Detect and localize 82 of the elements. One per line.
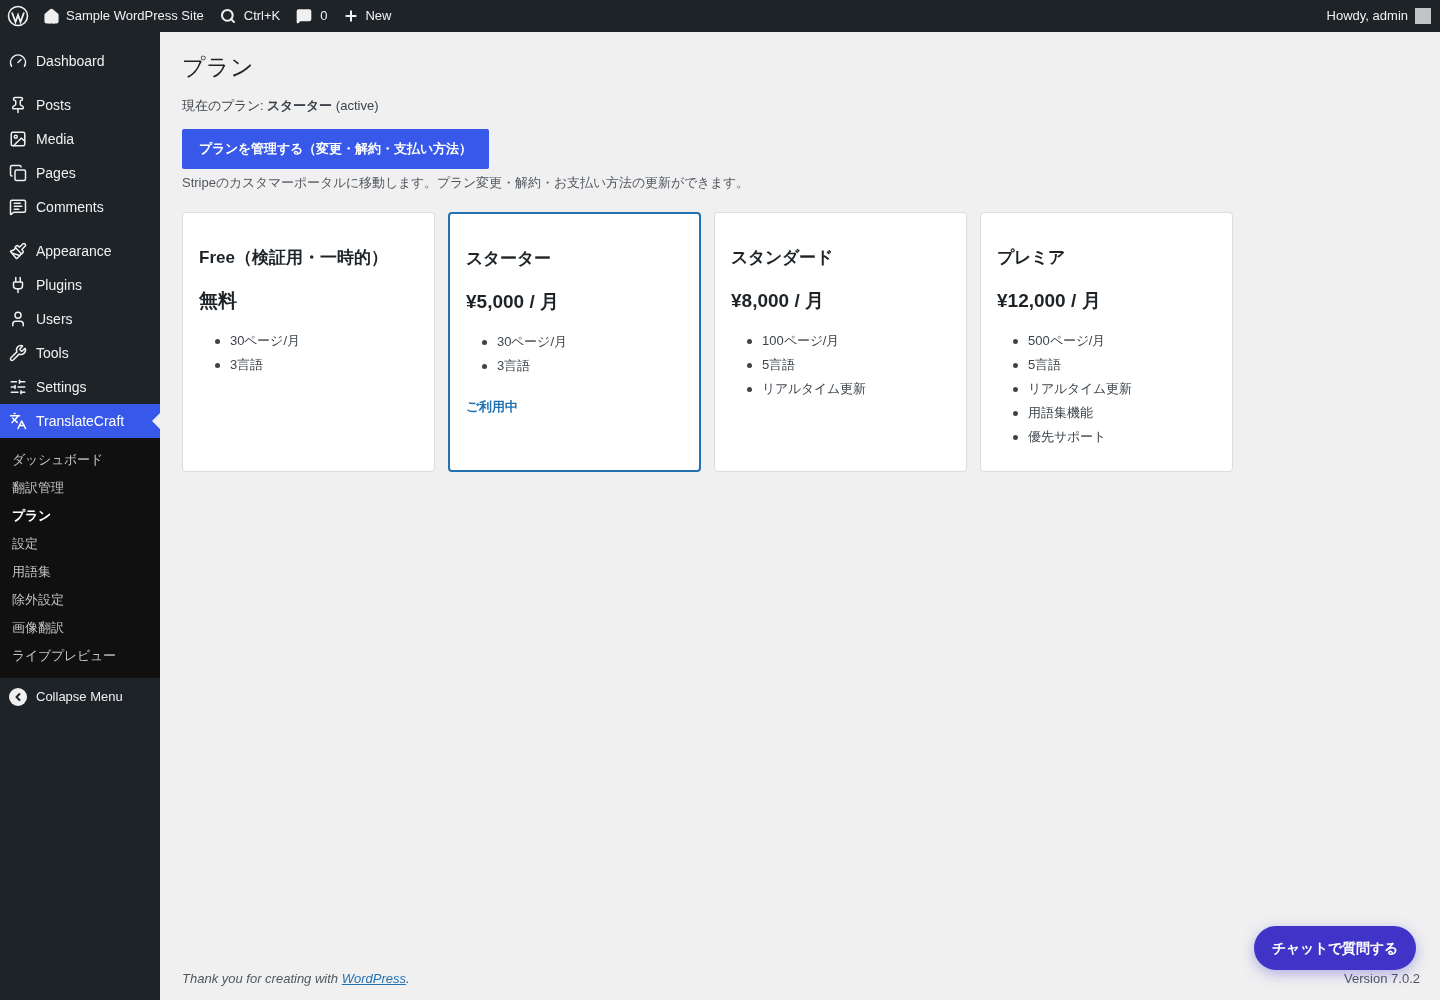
site-name-link[interactable]: Sample WordPress Site [66, 6, 204, 26]
submenu-item[interactable]: 用語集 [0, 558, 160, 586]
plan-feature: 30ページ/月 [497, 333, 568, 352]
menu-item[interactable]: Plugins [0, 268, 160, 302]
submenu-item[interactable]: ダッシュボード [0, 446, 160, 474]
current-plan-status: ご利用中 [466, 398, 519, 416]
comment-icon[interactable] [296, 8, 313, 24]
menu-item[interactable]: TranslateCraft [0, 404, 160, 438]
submenu-item[interactable]: 翻訳管理 [0, 474, 160, 502]
plan-feature: 30ページ/月 [230, 332, 301, 351]
gauge-icon [9, 52, 27, 70]
plan-feature: 100ページ/月 [762, 332, 840, 351]
plan-name: スターター [466, 248, 552, 270]
plan-feature: 3言語 [497, 357, 531, 376]
sliders-icon [9, 378, 27, 396]
submenu-item[interactable]: プラン [0, 502, 160, 530]
menu-item[interactable]: Dashboard [0, 44, 160, 78]
pages-icon [9, 164, 27, 182]
plan-feature: 500ページ/月 [1028, 332, 1106, 351]
bullet-icon [747, 362, 752, 368]
submenu-item[interactable]: 除外設定 [0, 586, 160, 614]
collapse-menu-button[interactable]: Collapse Menu [0, 680, 160, 714]
plan-price: ¥8,000 / 月 [731, 288, 825, 313]
menu-item[interactable]: Tools [0, 336, 160, 370]
brush-icon [9, 242, 27, 260]
plan-price: 無料 [199, 288, 238, 313]
wordpress-link[interactable]: WordPress [341, 970, 406, 986]
plan-feature: リアルタイム更新 [1028, 380, 1132, 399]
submenu-item[interactable]: 画像翻訳 [0, 614, 160, 642]
bullet-icon [1013, 410, 1018, 416]
wordpress-logo-icon[interactable] [7, 5, 29, 27]
greeting-link[interactable]: Howdy, admin [1326, 6, 1408, 26]
plan-feature: 用語集機能 [1028, 404, 1093, 423]
menu-item[interactable]: Comments [0, 190, 160, 224]
comment-count[interactable]: 0 [320, 6, 328, 26]
plan-feature: 5言語 [762, 356, 796, 375]
bullet-icon [1013, 386, 1018, 392]
plan-price: ¥5,000 / 月 [466, 289, 560, 314]
menu-item[interactable]: Settings [0, 370, 160, 404]
current-arrow-icon [152, 413, 160, 429]
menu-item[interactable]: Pages [0, 156, 160, 190]
search-shortcut[interactable]: Ctrl+K [243, 6, 281, 26]
submenu-item[interactable]: 設定 [0, 530, 160, 558]
plan-feature: 5言語 [1028, 356, 1062, 375]
plan-feature: リアルタイム更新 [762, 380, 866, 399]
submenu-item[interactable]: ライブプレビュー [0, 642, 160, 670]
bullet-icon [1013, 362, 1018, 368]
bullet-icon [215, 362, 220, 368]
bullet-icon [747, 338, 752, 344]
translate-icon [9, 412, 27, 430]
menu-item[interactable]: Appearance [0, 234, 160, 268]
bullet-icon [1013, 434, 1018, 440]
plan-feature: 3言語 [230, 356, 264, 375]
plan-price: ¥12,000 / 月 [997, 288, 1102, 313]
menu-item[interactable]: Media [0, 122, 160, 156]
wrench-icon [9, 344, 27, 362]
pin-icon [9, 96, 27, 114]
bullet-icon [482, 339, 487, 345]
home-icon[interactable] [43, 7, 60, 25]
plan-name: Free（検証用・一時的） [199, 247, 389, 269]
bullet-icon [215, 338, 220, 344]
footer-thanks: Thank you for creating with WordPress. [182, 969, 410, 988]
bullet-icon [1013, 338, 1018, 344]
bullet-icon [747, 386, 752, 392]
chat-button[interactable]: チャットで質問する [1254, 926, 1416, 970]
plan-name: プレミア [997, 247, 1066, 269]
page-title: プラン [182, 53, 255, 82]
comment-icon [9, 198, 27, 216]
plan-feature: 優先サポート [1028, 428, 1106, 447]
manage-plan-button[interactable]: プランを管理する（変更・解約・支払い方法） [182, 128, 489, 169]
collapse-icon [9, 688, 27, 706]
image-icon [9, 130, 27, 148]
version-text: Version 7.0.2 [1344, 969, 1420, 988]
current-plan-text: 現在のプラン: スターター (active) [182, 97, 380, 115]
search-icon[interactable] [219, 8, 236, 24]
user-icon [9, 310, 27, 328]
menu-item[interactable]: Posts [0, 88, 160, 122]
new-link[interactable]: New [365, 6, 392, 26]
menu-item[interactable]: Users [0, 302, 160, 336]
bullet-icon [482, 363, 487, 369]
plan-name: スタンダード [731, 247, 834, 269]
portal-note: Stripeのカスタマーポータルに移動します。プラン変更・解約・お支払い方法の更新ができます。 [182, 173, 750, 192]
